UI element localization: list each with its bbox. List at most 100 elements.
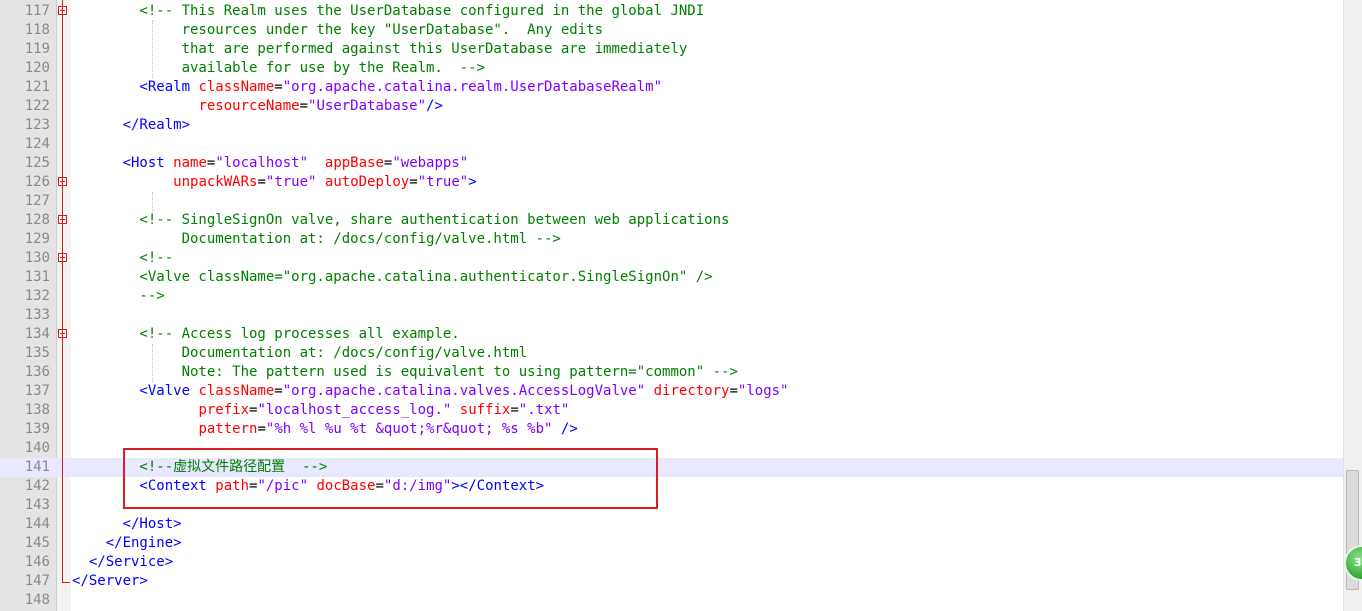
code-token: <Host (72, 155, 174, 171)
code-text[interactable]: available for use by the Realm. --> (72, 59, 485, 78)
code-text[interactable]: </Service> (72, 553, 173, 572)
code-line[interactable]: 129 Documentation at: /docs/config/valve… (0, 230, 1344, 249)
code-line[interactable]: 131 <Valve className="org.apache.catalin… (0, 268, 1344, 287)
code-token: "UserDatabase" (308, 98, 427, 114)
code-text[interactable]: Documentation at: /docs/config/valve.htm… (72, 344, 528, 363)
code-text[interactable]: </Realm> (72, 116, 190, 135)
code-line[interactable]: 127 (0, 192, 1344, 211)
line-number: 139 (24, 421, 50, 437)
line-number: 127 (24, 193, 50, 209)
line-number: 136 (24, 364, 50, 380)
code-token: = (729, 383, 738, 399)
code-line[interactable]: 122 resourceName="UserDatabase"/> (0, 97, 1344, 116)
code-text[interactable]: </Server> (72, 572, 148, 591)
code-text[interactable]: <Context path="/pic" docBase="d:/img"></… (72, 477, 544, 496)
code-line[interactable]: 132 --> (0, 287, 1344, 306)
code-text[interactable]: that are performed against this UserData… (72, 40, 688, 59)
code-line[interactable]: 118 resources under the key "UserDatabas… (0, 21, 1344, 40)
code-text[interactable]: <!-- This Realm uses the UserDatabase co… (72, 2, 704, 21)
code-text[interactable]: </Engine> (72, 534, 182, 553)
code-line[interactable]: 130 <!-- (0, 249, 1344, 268)
code-token: = (299, 98, 309, 114)
code-line[interactable]: 142 <Context path="/pic" docBase="d:/img… (0, 477, 1344, 496)
code-token: unpackWARs (173, 174, 258, 190)
code-line[interactable]: 146 </Service> (0, 553, 1344, 572)
code-line[interactable]: 128 <!-- SingleSignOn valve, share authe… (0, 211, 1344, 230)
line-number: 117 (24, 3, 50, 19)
code-token: <!--虚拟文件路径配置 --> (72, 459, 328, 475)
code-line[interactable]: 136 Note: The pattern used is equivalent… (0, 363, 1344, 382)
code-line[interactable]: 133 (0, 306, 1344, 325)
code-text[interactable]: --> (72, 287, 164, 306)
code-line[interactable]: 124 (0, 135, 1344, 154)
indent-guide (152, 20, 154, 78)
code-text[interactable]: <Valve className="org.apache.catalina.va… (72, 382, 788, 401)
code-token: <Valve className="org.apache.catalina.au… (72, 269, 713, 285)
line-number: 123 (24, 117, 50, 133)
code-line[interactable]: 147 </Server> (0, 572, 1344, 591)
code-line[interactable]: 138 prefix = "localhost_access_log." suffi… (0, 401, 1344, 420)
code-token: appBase (324, 155, 384, 171)
code-text[interactable]: Documentation at: /docs/config/valve.htm… (72, 230, 561, 249)
code-line[interactable]: 119 that are performed against this User… (0, 40, 1344, 59)
vertical-scrollbar[interactable] (1343, 0, 1362, 611)
code-text[interactable]: pattern="%h %l %u %t &quot;%r&quot; %s %… (72, 420, 577, 439)
line-number: 120 (24, 60, 50, 76)
code-text[interactable]: <Realm className="org.apache.catalina.re… (72, 78, 662, 97)
code-line[interactable]: 125 <Host name="localhost" appBase="weba… (0, 154, 1344, 173)
code-token: Note: The pattern used is equivalent to … (72, 364, 738, 380)
code-token: suffix (459, 402, 511, 418)
code-editor[interactable]: 117 <!-- This Realm uses the UserDatabas… (0, 0, 1362, 611)
code-line[interactable]: 140 (0, 439, 1344, 458)
line-number: 135 (24, 345, 50, 361)
code-text[interactable]: <!-- Access log processes all example. (72, 325, 459, 344)
code-token: ".txt" (518, 402, 570, 418)
code-token: "logs" (737, 383, 789, 399)
code-line[interactable]: 141 <!--虚拟文件路径配置 --> (0, 458, 1344, 477)
code-text[interactable]: <Valve className="org.apache.catalina.au… (72, 268, 713, 287)
code-line[interactable]: 139 pattern="%h %l %u %t &quot;%r&quot; … (0, 420, 1344, 439)
code-line[interactable]: 143 (0, 496, 1344, 515)
code-token: > (468, 174, 477, 190)
code-token: className (198, 79, 275, 95)
line-number: 147 (24, 573, 50, 589)
code-token: </Engine> (72, 535, 182, 551)
code-text[interactable]: Note: The pattern used is equivalent to … (72, 363, 738, 382)
line-number: 124 (24, 136, 50, 152)
code-text[interactable]: prefix="localhost_access_log." suffix=".… (72, 401, 569, 420)
line-number: 130 (24, 250, 50, 266)
code-token: "%h %l %u %t &quot;%r&quot; %s %b" (265, 421, 553, 437)
line-number: 140 (24, 440, 50, 456)
code-text[interactable]: <!-- (72, 249, 173, 268)
code-token: <Context (72, 478, 216, 494)
code-text[interactable]: <Host name="localhost" appBase="webapps" (72, 154, 469, 173)
code-line[interactable]: 135 Documentation at: /docs/config/valve… (0, 344, 1344, 363)
code-text[interactable]: </Host> (72, 515, 182, 534)
code-token: "webapps" (392, 155, 469, 171)
code-text[interactable]: <!--虚拟文件路径配置 --> (72, 458, 327, 477)
code-line[interactable]: 145 </Engine> (0, 534, 1344, 553)
code-text[interactable]: resourceName="UserDatabase"/> (72, 97, 442, 116)
code-line[interactable]: 123 </Realm> (0, 116, 1344, 135)
line-number: 131 (24, 269, 50, 285)
code-token: </Realm> (72, 117, 191, 133)
code-line[interactable]: 134 <!-- Access log processes all exampl… (0, 325, 1344, 344)
code-line[interactable]: 117 <!-- This Realm uses the UserDatabas… (0, 2, 1344, 21)
code-text[interactable]: unpackWARs="true" autoDeploy="true"> (72, 173, 477, 192)
line-number: 143 (24, 497, 50, 513)
code-token: = (510, 402, 519, 418)
line-number: 142 (24, 478, 50, 494)
code-line[interactable]: 137 <Valve className="org.apache.catalin… (0, 382, 1344, 401)
code-text[interactable]: <!-- SingleSignOn valve, share authentic… (72, 211, 729, 230)
code-line[interactable]: 126 unpackWARs="true" autoDeploy="true"> (0, 173, 1344, 192)
code-line[interactable]: 120 available for use by the Realm. --> (0, 59, 1344, 78)
code-line[interactable]: 148 (0, 591, 1344, 610)
code-line[interactable]: 144 </Host> (0, 515, 1344, 534)
code-line[interactable]: 121 <Realm className="org.apache.catalin… (0, 78, 1344, 97)
line-number: 128 (24, 212, 50, 228)
